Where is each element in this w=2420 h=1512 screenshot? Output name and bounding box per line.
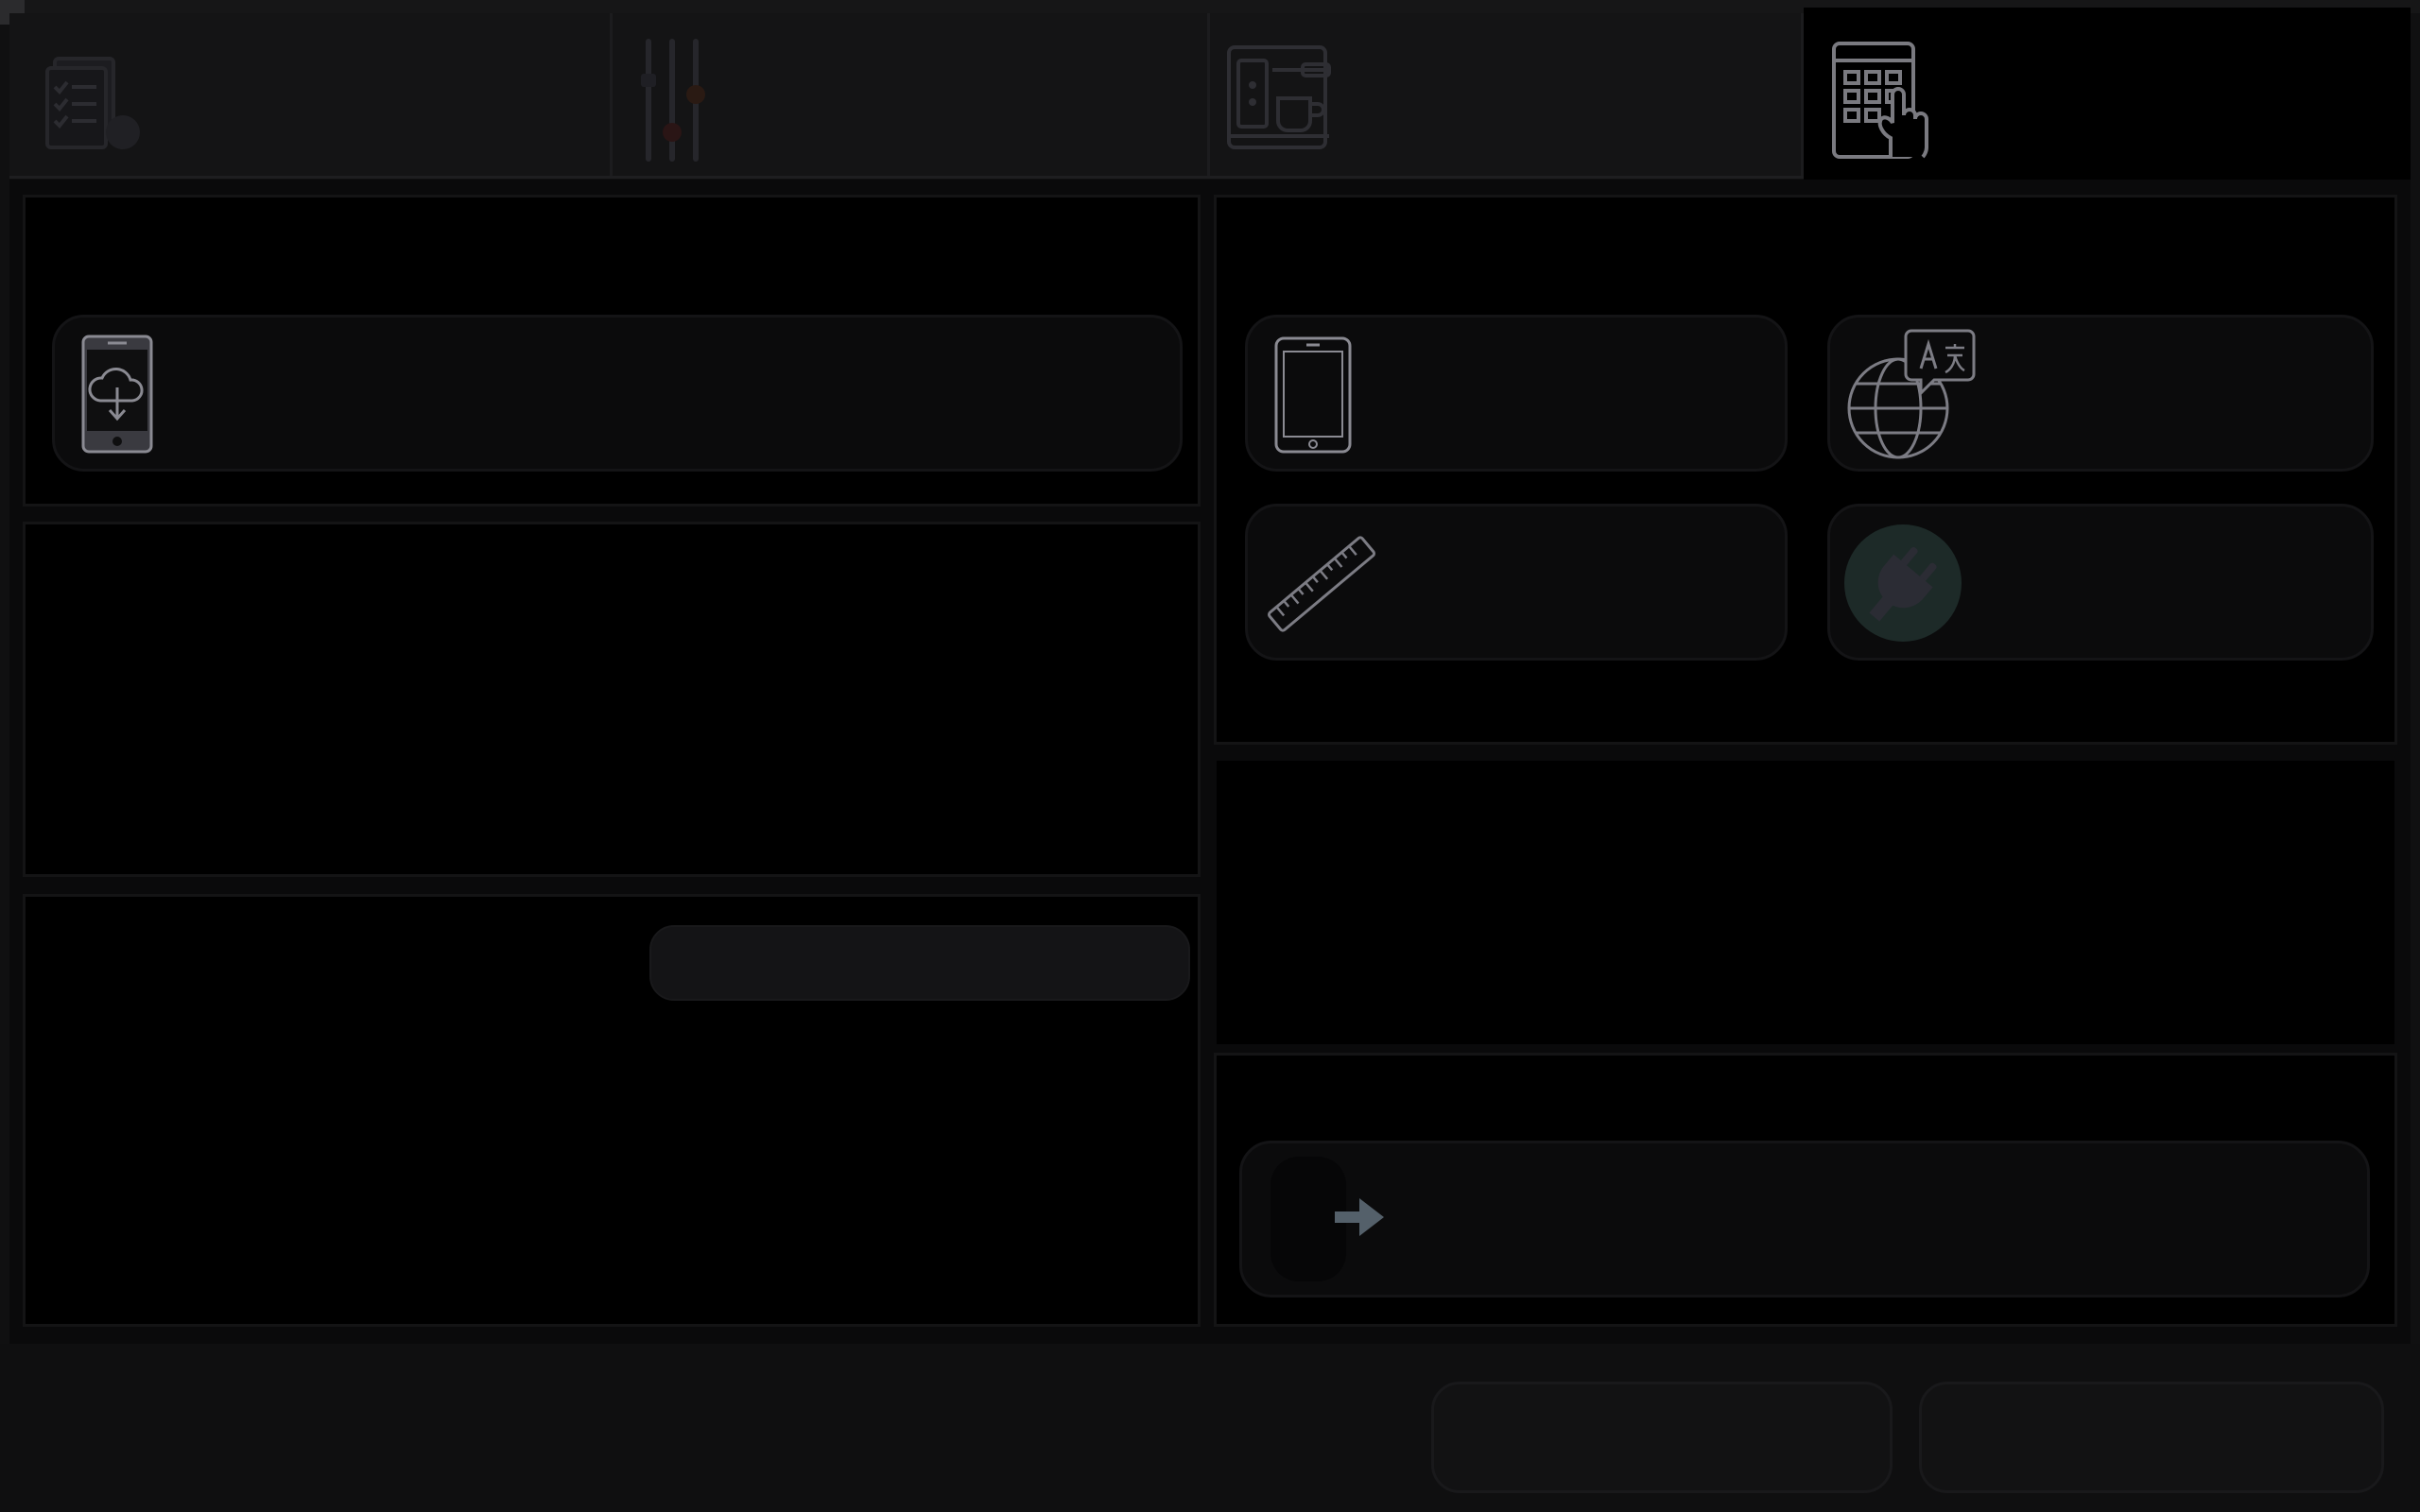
right-panel-top xyxy=(1214,195,2397,745)
tab-coffee-machine[interactable] xyxy=(1210,13,1804,176)
phone-download-card[interactable] xyxy=(52,315,1183,472)
left-panel-bottom xyxy=(23,894,1201,1327)
tab-touch-keypad[interactable] xyxy=(1804,8,2411,195)
logout-card[interactable] xyxy=(1239,1141,2370,1297)
left-panel-middle xyxy=(23,522,1201,877)
right-panel-middle xyxy=(1214,758,2397,1047)
left-panel-top xyxy=(23,195,1201,507)
power-plug-icon xyxy=(1843,524,1962,646)
tab-bar-divider xyxy=(9,176,1804,179)
language-card[interactable] xyxy=(1827,315,2374,472)
globe-translate-icon xyxy=(1843,327,1976,463)
checklist-document-icon xyxy=(42,49,146,153)
category-tab-bar xyxy=(9,8,2411,195)
right-panel-bottom xyxy=(1214,1053,2397,1327)
ruler-icon xyxy=(1265,527,1378,644)
text-input-field[interactable] xyxy=(649,925,1190,1001)
tab-settings-sliders[interactable] xyxy=(613,13,1210,176)
exit-arrow-icon xyxy=(1331,1189,1388,1249)
footer-button-1[interactable] xyxy=(1431,1382,1893,1493)
units-card[interactable] xyxy=(1245,504,1788,661)
tablet-icon xyxy=(1272,335,1357,461)
main-content xyxy=(9,180,2411,1344)
footer-button-2[interactable] xyxy=(1919,1382,2384,1493)
coffee-machine-icon xyxy=(1225,42,1342,159)
tablet-card[interactable] xyxy=(1245,315,1788,472)
tab-checklist[interactable] xyxy=(9,13,613,176)
phone-cloud-download-icon xyxy=(79,333,155,459)
touch-keypad-icon xyxy=(1830,40,1934,163)
power-card[interactable] xyxy=(1827,504,2374,661)
equalizer-sliders-icon xyxy=(639,36,705,168)
